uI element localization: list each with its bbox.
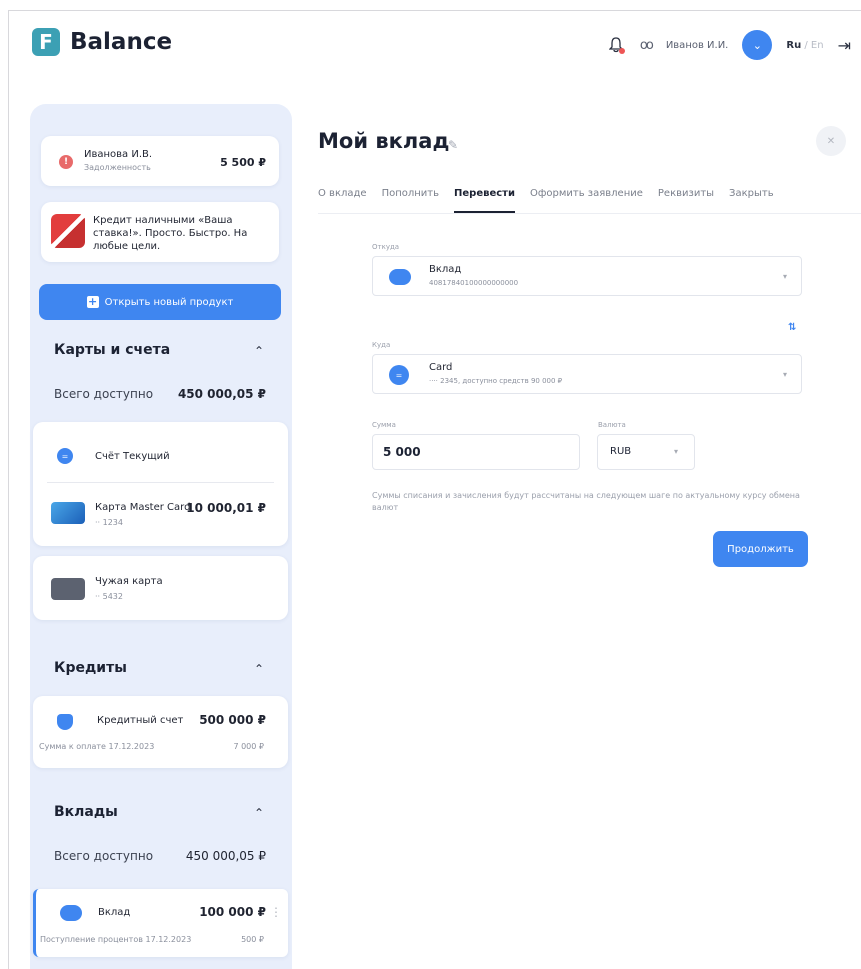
deposits-total-label: Всего доступно [54,849,154,863]
tab-transfer[interactable]: Перевести [454,188,515,213]
accounts-list: = Счёт Текущий Карта Master Card ·· 1234… [33,422,288,546]
accessibility-glasses-icon[interactable]: oo [640,38,654,53]
from-subtitle: 40817840100000000000 [429,279,519,287]
avatar[interactable]: ⌄ [742,30,773,60]
deposit-interest-label: Поступление процентов 17.12.2023 [40,935,192,944]
chevron-down-icon: ⌄ [752,38,762,52]
from-title: Вклад [429,264,462,275]
deposits-total-value: 450 000,05 ₽ [185,849,266,863]
section-title-deposits: Вклады [54,804,118,820]
debt-subtitle: Задолженность [84,163,151,172]
deposit-name: Вклад [98,907,131,918]
account-name: Счёт Текущий [95,451,170,462]
list-item-credit-account[interactable]: Кредитный счет 500 000 ₽ Сумма к оплате … [33,696,288,768]
list-item-deposit[interactable]: Вклад 100 000 ₽ ⋮ Поступление процентов … [33,889,288,957]
promo-banner[interactable]: Кредит наличными «Ваша ставка!». Просто.… [41,202,279,262]
chevron-up-icon[interactable]: ⌃ [254,662,264,676]
to-select[interactable]: = Card ···· 2345, доступно средств 90 00… [372,354,802,394]
exchange-note: Суммы списания и зачисления будут рассчи… [372,491,800,512]
card-number: ·· 1234 [95,518,123,527]
bank-card-icon [51,578,85,600]
debt-amount: 5 500 ₽ [220,156,266,169]
cards-total-label: Всего доступно [54,387,154,401]
currency-value: RUB [610,446,632,457]
swap-arrows-icon[interactable]: ⇅ [788,322,796,333]
divider [47,482,274,483]
sidebar: ! Иванова И.В. Задолженность 5 500 ₽ Кре… [30,104,292,969]
open-new-product-button[interactable]: + Открыть новый продукт [39,284,281,320]
continue-button[interactable]: Продолжить [713,531,808,567]
close-button[interactable]: ✕ [816,126,846,156]
credit-due-amount: 7 000 ₽ [233,742,264,751]
list-item-foreign-card[interactable]: Чужая карта ·· 5432 [33,556,288,620]
chevron-down-icon: ▾ [782,370,787,379]
more-vertical-icon[interactable]: ⋮ [270,905,282,919]
credit-amount: 500 000 ₽ [199,713,266,727]
money-bag-icon [57,714,73,730]
open-new-product-label: Открыть новый продукт [104,296,234,308]
language-switch[interactable]: Ru / En [786,40,823,51]
amount-input[interactable]: 5 000 [372,434,580,470]
account-icon: = [57,448,73,464]
logout-icon[interactable]: ⇥ [838,36,851,55]
chevron-up-icon[interactable]: ⌃ [254,806,264,820]
debt-card[interactable]: ! Иванова И.В. Задолженность 5 500 ₽ [41,136,279,186]
bell-icon[interactable] [606,35,626,55]
logo-text: Balance [70,29,173,55]
plus-icon: + [86,295,99,308]
promo-image [51,214,85,248]
to-subtitle: ···· 2345, доступно средств 90 000 ₽ [429,377,563,385]
close-icon: ✕ [826,135,836,147]
tab-application[interactable]: Оформить заявление [530,188,643,213]
currency-select[interactable]: RUB ▾ [597,434,695,470]
card-name: Карта Master Card [95,502,191,513]
cards-total-value: 450 000,05 ₽ [177,387,266,401]
chevron-down-icon: ▾ [782,272,787,281]
app-logo[interactable]: F Balance [32,28,172,56]
currency-label: Валюта [598,421,626,429]
piggy-bank-icon [60,905,82,921]
deposit-interest-amount: 500 ₽ [241,935,264,944]
from-label: Откуда [372,243,400,251]
card-name: Чужая карта [95,576,163,587]
card-number: ·· 5432 [95,592,123,601]
logo-mark: F [32,28,60,56]
tab-about[interactable]: О вкладе [318,188,367,213]
amount-label: Сумма [372,421,396,429]
pencil-icon[interactable]: ✎ [448,138,458,152]
from-select[interactable]: Вклад 40817840100000000000 ▾ [372,256,802,296]
card-icon: = [389,365,409,385]
tab-requisites[interactable]: Реквизиты [658,188,714,213]
card-amount: 10 000,01 ₽ [186,501,266,515]
tab-close[interactable]: Закрыть [729,188,774,213]
credit-name: Кредитный счет [97,715,184,726]
section-title-credits: Кредиты [54,660,127,676]
lang-ru[interactable]: Ru [786,40,801,51]
user-name[interactable]: Иванов И.И. [666,40,729,51]
deposit-amount: 100 000 ₽ [199,905,266,919]
mastercard-card-icon [51,502,85,524]
page-title: Мой вклад [318,129,450,153]
chevron-down-icon: ▾ [673,447,678,456]
debt-name: Иванова И.В. [84,149,153,160]
piggy-bank-icon [389,269,411,285]
lang-en[interactable]: / En [801,40,823,51]
to-title: Card [429,362,453,373]
chevron-up-icon[interactable]: ⌃ [254,344,264,358]
tab-top-up[interactable]: Пополнить [382,188,439,213]
credit-due-label: Сумма к оплате 17.12.2023 [39,742,155,751]
to-label: Куда [372,341,391,349]
tabs: О вкладе Пополнить Перевести Оформить за… [318,188,861,214]
section-title-cards: Карты и счета [54,342,171,358]
promo-text: Кредит наличными «Ваша ставка!». Просто.… [93,215,248,252]
alert-icon: ! [59,155,73,169]
header-controls: oo Иванов И.И. ⌄ Ru / En ⇥ [606,30,851,60]
